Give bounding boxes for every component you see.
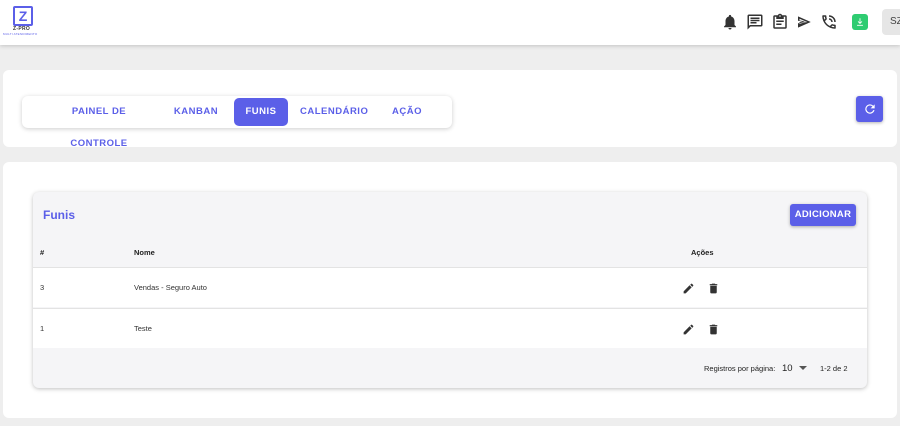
column-header-name[interactable]: Nome — [134, 248, 155, 258]
tab-bar: PAINEL DE CONTROLE KANBAN FUNIS CALENDÁR… — [22, 96, 452, 149]
add-button[interactable]: ADICIONAR — [790, 204, 856, 226]
delete-icon[interactable] — [707, 323, 720, 336]
refresh-icon — [864, 104, 875, 114]
clipboard-icon[interactable] — [771, 13, 789, 31]
tab-kanban[interactable]: KANBAN — [170, 96, 222, 128]
row-id: 1 — [40, 324, 45, 333]
edit-icon[interactable] — [682, 323, 695, 336]
tab-funis[interactable]: FUNIS — [234, 98, 288, 126]
chevron-down-icon[interactable] — [799, 366, 807, 370]
brand-logo[interactable]: Z Z-PRO MULTI ATENDIMENTO — [3, 6, 45, 36]
delete-icon[interactable] — [707, 282, 720, 295]
phone-icon[interactable] — [820, 13, 838, 31]
row-name: Vendas - Seguro Auto — [134, 283, 207, 292]
download-button[interactable] — [852, 14, 868, 30]
pagination-range: 1-2 de 2 — [820, 364, 848, 373]
logo-tagline: MULTI ATENDIMENTO — [3, 32, 38, 36]
row-id: 3 — [40, 283, 45, 292]
download-icon — [857, 18, 863, 26]
card-title: Funis — [43, 208, 75, 222]
user-avatar[interactable]: SZ — [882, 9, 900, 35]
column-header-actions: Ações — [691, 248, 714, 257]
rows-per-page-select[interactable]: 10 — [782, 363, 793, 375]
tab-calendario[interactable]: CALENDÁRIO — [300, 96, 368, 128]
row-name: Teste — [134, 324, 152, 333]
table-row[interactable]: 3 Vendas - Seguro Auto — [33, 267, 867, 307]
edit-icon[interactable] — [682, 282, 695, 295]
tab-acao[interactable]: AÇÃO — [388, 96, 426, 128]
table-row[interactable]: 1 Teste — [33, 308, 867, 348]
chat-icon[interactable] — [746, 13, 764, 31]
top-bar: Z Z-PRO MULTI ATENDIMENTO SZ — [0, 0, 900, 45]
logo-mark: Z — [13, 6, 33, 26]
send-icon[interactable] — [795, 13, 813, 31]
column-header-id[interactable]: # — [40, 248, 44, 258]
tab-painel-de-controle[interactable]: PAINEL DE CONTROLE — [42, 96, 156, 149]
refresh-button[interactable] — [856, 96, 883, 122]
rows-per-page-label: Registros por página: — [704, 364, 776, 373]
bell-icon[interactable] — [721, 13, 739, 31]
